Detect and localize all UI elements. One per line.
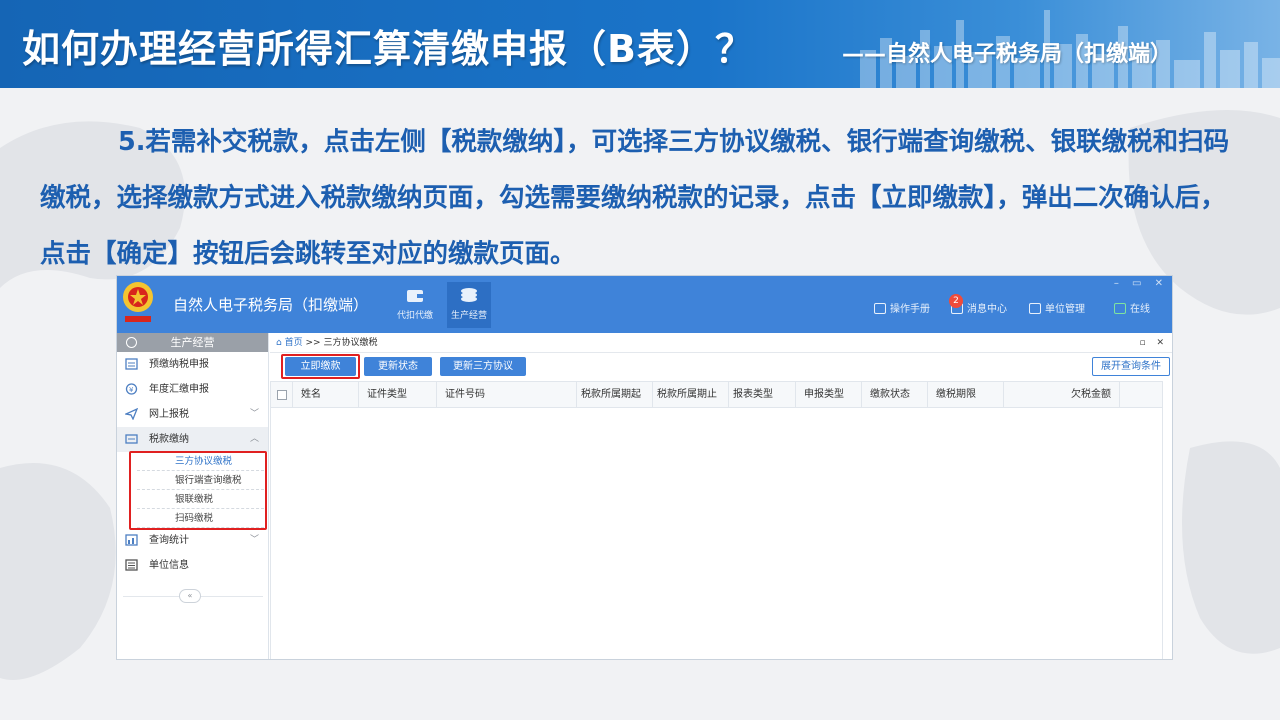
- sidebar-item-label: 查询统计: [149, 535, 189, 546]
- message-center-label: 消息中心: [967, 304, 1007, 315]
- sidebar-item-prepay-declaration[interactable]: 预缴纳税申报: [117, 352, 268, 377]
- building-icon: [1029, 303, 1041, 314]
- chevron-down-icon: ﹀: [249, 535, 259, 545]
- online-status-label: 在线: [1130, 304, 1150, 315]
- tax-payment-submenu: 三方协议缴税 银行端查询缴税 银联缴税 扫码缴税: [117, 451, 268, 530]
- svg-text:¥: ¥: [129, 386, 134, 394]
- message-count-badge: 2: [949, 294, 963, 308]
- gear-icon: [126, 337, 137, 348]
- form-icon: [125, 358, 138, 370]
- payment-records-table: 姓名 证件类型 证件号码 税款所属期起 税款所属期止 报表类型 申报类型 缴款状…: [270, 381, 1163, 659]
- sidebar-item-label: 年度汇缴申报: [149, 384, 209, 395]
- tab-controls[interactable]: ▫ ✕: [1139, 333, 1168, 353]
- unit-management-label: 单位管理: [1045, 304, 1085, 315]
- manual-link[interactable]: 操作手册: [874, 300, 930, 315]
- main-content: ⌂ 首页 >> 三方协议缴税 ▫ ✕ 立即缴款 更新状态 更新三方协议 展开查询…: [270, 333, 1172, 659]
- breadcrumb-current: 三方协议缴税: [323, 338, 378, 348]
- sidebar-item-label: 预缴纳税申报: [149, 359, 209, 370]
- online-status[interactable]: 在线: [1114, 300, 1150, 315]
- column-header[interactable]: 姓名: [293, 382, 359, 408]
- nav-business[interactable]: 生产经营: [447, 282, 491, 328]
- column-header[interactable]: 税款所属期起: [577, 382, 653, 408]
- chevron-up-icon: ︿: [249, 434, 259, 444]
- nav-withholding[interactable]: 代扣代缴: [393, 282, 437, 328]
- breadcrumb-separator: >>: [305, 338, 321, 348]
- sidebar-item-label: 单位信息: [149, 560, 189, 571]
- national-emblem-icon: [123, 282, 153, 322]
- select-all-checkbox[interactable]: [277, 390, 287, 400]
- breadcrumb: ⌂ 首页 >> 三方协议缴税 ▫ ✕: [270, 333, 1172, 353]
- sidebar: 生产经营 预缴纳税申报 ¥ 年度汇缴申报 网上报税 ﹀ 税款缴纳 ︿ 三方协议缴…: [117, 333, 269, 659]
- pay-icon: [125, 434, 138, 444]
- sidebar-item-query-stats[interactable]: 查询统计 ﹀: [117, 528, 268, 553]
- column-header[interactable]: 证件号码: [437, 382, 577, 408]
- list-icon: [125, 559, 138, 571]
- pay-now-button[interactable]: 立即缴款: [285, 357, 356, 376]
- nav-business-label: 生产经营: [450, 311, 487, 321]
- manual-label: 操作手册: [890, 304, 930, 315]
- sidebar-collapse-button[interactable]: «: [179, 589, 201, 603]
- column-header[interactable]: 证件类型: [359, 382, 437, 408]
- sidebar-header-label: 生产经营: [170, 336, 215, 349]
- yen-icon: ¥: [125, 383, 138, 395]
- toolbar: 立即缴款 更新状态 更新三方协议 展开查询条件: [270, 353, 1172, 379]
- column-header[interactable]: 缴税期限: [928, 382, 1004, 408]
- send-icon: [125, 408, 138, 420]
- column-header[interactable]: 缴款状态: [862, 382, 928, 408]
- sidebar-header: 生产经营: [117, 333, 268, 352]
- column-header[interactable]: 税款所属期止: [653, 382, 729, 408]
- table-header: 姓名 证件类型 证件号码 税款所属期起 税款所属期止 报表类型 申报类型 缴款状…: [271, 382, 1162, 408]
- mail-icon: 2: [949, 294, 963, 314]
- nav-withholding-label: 代扣代缴: [396, 311, 433, 321]
- sidebar-item-label: 税款缴纳: [149, 434, 189, 445]
- submenu-item-qr-payment[interactable]: 扫码缴税: [137, 509, 264, 528]
- select-all-cell: [271, 382, 293, 408]
- chart-icon: [125, 534, 138, 546]
- column-header[interactable]: 申报类型: [796, 382, 862, 408]
- sidebar-item-annual-declaration[interactable]: ¥ 年度汇缴申报: [117, 377, 268, 402]
- update-agreement-button[interactable]: 更新三方协议: [440, 357, 526, 376]
- sidebar-item-tax-payment[interactable]: 税款缴纳 ︿: [117, 427, 268, 452]
- expand-query-button[interactable]: 展开查询条件: [1092, 357, 1170, 376]
- slide-subtitle: ——自然人电子税务局（扣缴端）: [842, 42, 1173, 67]
- sidebar-item-unit-info[interactable]: 单位信息: [117, 553, 268, 578]
- submenu-item-tripartite-payment[interactable]: 三方协议缴税: [137, 452, 264, 471]
- app-topbar: 自然人电子税务局（扣缴端） 代扣代缴 生产经营 操作手册 2 消息中心 单位管理 …: [117, 276, 1172, 333]
- app-name: 自然人电子税务局（扣缴端）: [173, 296, 369, 314]
- column-header[interactable]: 报表类型: [729, 382, 796, 408]
- instruction-text: 5.若需补交税款，点击左侧【税款缴纳】，可选择三方协议缴税、银行端查询缴税、银联…: [40, 127, 1230, 269]
- submenu-item-unionpay-payment[interactable]: 银联缴税: [137, 490, 264, 509]
- tax-client-window: 自然人电子税务局（扣缴端） 代扣代缴 生产经营 操作手册 2 消息中心 单位管理 …: [116, 275, 1173, 660]
- slide-title: 如何办理经营所得汇算清缴申报（B表）？: [22, 27, 754, 71]
- monitor-icon: [1114, 303, 1126, 314]
- window-controls[interactable]: – ▭ ✕: [1114, 278, 1168, 289]
- slide-header: 如何办理经营所得汇算清缴申报（B表）？ ——自然人电子税务局（扣缴端）: [0, 0, 1280, 88]
- chevron-down-icon: ﹀: [249, 409, 259, 419]
- submenu-item-bank-query-payment[interactable]: 银行端查询缴税: [137, 471, 264, 490]
- update-status-button[interactable]: 更新状态: [364, 357, 432, 376]
- book-icon: [874, 303, 886, 314]
- column-header[interactable]: 欠税金额: [1004, 382, 1120, 408]
- breadcrumb-home[interactable]: 首页: [285, 338, 303, 348]
- message-center-link[interactable]: 2 消息中心: [949, 294, 1007, 315]
- unit-management-link[interactable]: 单位管理: [1029, 300, 1085, 315]
- sidebar-item-label: 网上报税: [149, 409, 189, 420]
- home-icon[interactable]: ⌂: [276, 338, 282, 348]
- wallet-icon: [407, 290, 423, 302]
- sidebar-item-online-filing[interactable]: 网上报税 ﹀: [117, 402, 268, 427]
- coins-icon: [461, 288, 477, 302]
